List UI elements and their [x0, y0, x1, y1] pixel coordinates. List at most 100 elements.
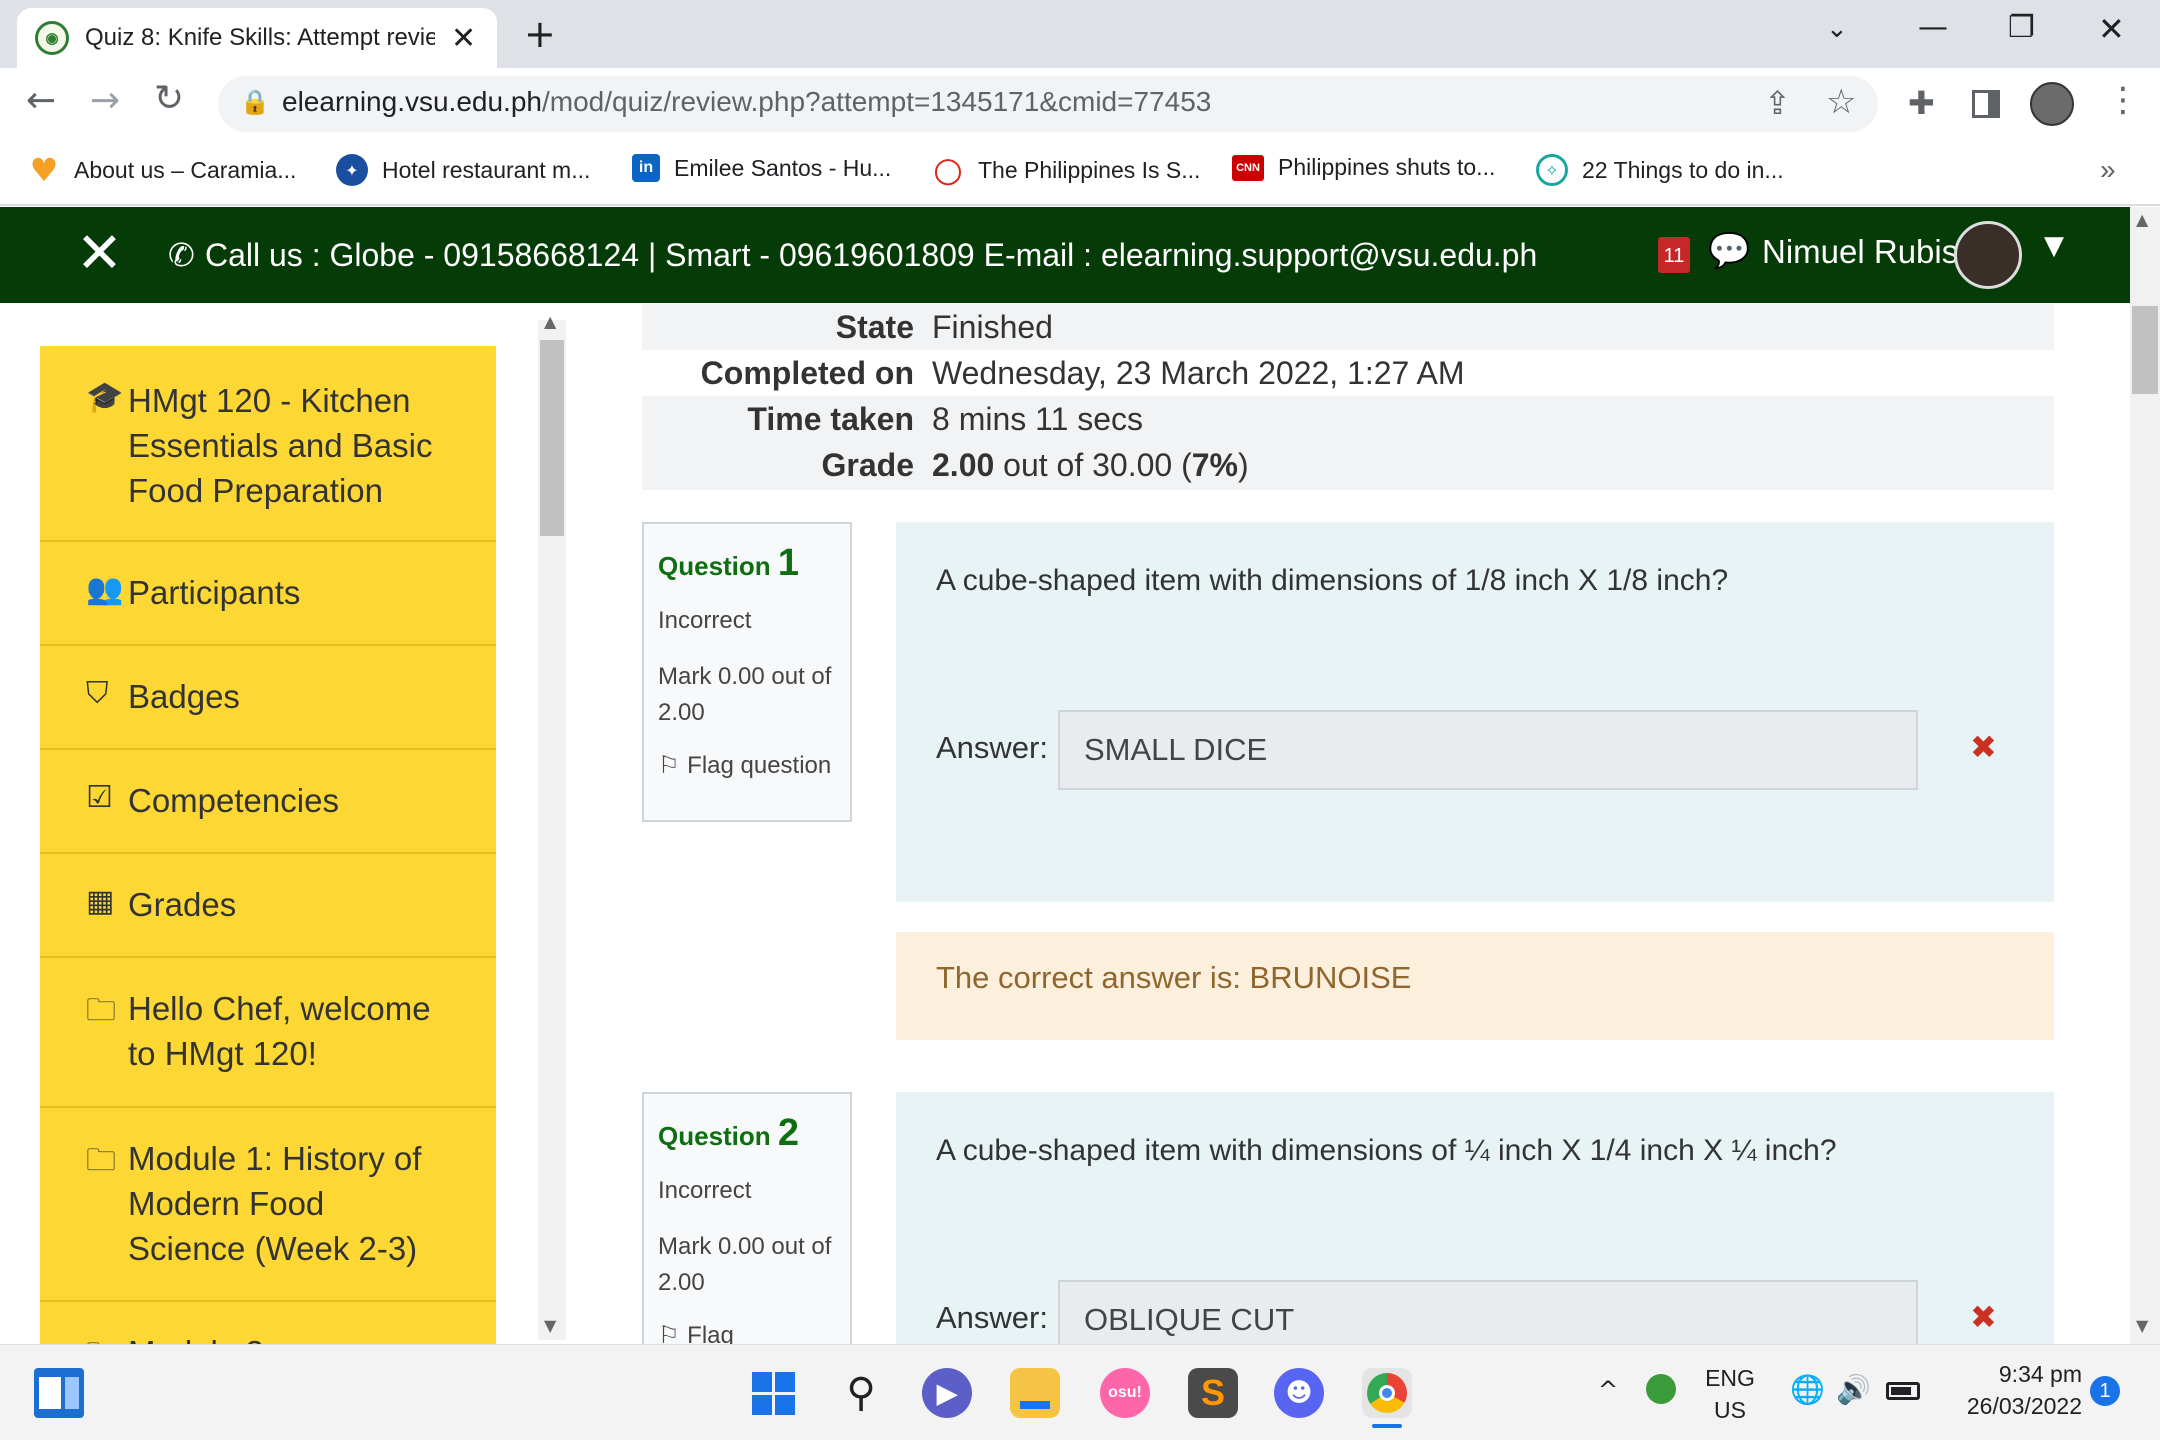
sidebar-item-label: Module 1: History of Modern Food Science…: [128, 1140, 422, 1267]
summary-row-state: State Finished: [642, 304, 2054, 350]
question-text: A cube-shaped item with dimensions of ¼ …: [936, 1134, 1837, 1167]
tab-search-chevron-icon[interactable]: ⌄: [1826, 14, 1848, 44]
tray-app-icon[interactable]: [1646, 1374, 1676, 1404]
calendar-badge[interactable]: 11: [1658, 237, 1690, 273]
volume-icon[interactable]: 🔊: [1836, 1374, 1871, 1406]
share-icon[interactable]: ⇪: [1764, 84, 1791, 122]
question-text: A cube-shaped item with dimensions of 1/…: [936, 564, 1729, 597]
contact-text: Call us : Globe - 09158668124 | Smart - …: [204, 237, 1538, 273]
minimize-icon[interactable]: —: [1918, 10, 1948, 45]
bookmark-item[interactable]: ○ The Philippines Is S...: [932, 150, 1200, 190]
quiz-review-main: State Finished Completed on Wednesday, 23 …: [570, 304, 2130, 1344]
close-tab-icon[interactable]: ✕: [451, 21, 476, 56]
course-nav-sidebar: 🎓 HMgt 120 - Kitchen Essentials and Basic…: [40, 346, 496, 1346]
contact-line: ✆ Call us : Globe - 09158668124 | Smart …: [168, 236, 1537, 274]
sidebar-item-label: Participants: [128, 574, 301, 611]
back-icon[interactable]: ←: [26, 80, 56, 121]
answer-field[interactable]: SMALL DICE: [1058, 710, 1918, 790]
bookmark-star-icon[interactable]: ☆: [1826, 82, 1856, 122]
summary-value: Finished: [932, 308, 1053, 345]
user-avatar[interactable]: [1954, 221, 2022, 289]
widgets-icon[interactable]: [34, 1368, 84, 1418]
scroll-down-arrow-icon[interactable]: ▼: [544, 1316, 556, 1335]
language-indicator[interactable]: ENG US: [1700, 1362, 1760, 1426]
sidebar-item-grades[interactable]: ▦ Grades: [40, 854, 496, 958]
bookmark-item[interactable]: in Emilee Santos - Hu...: [632, 154, 891, 182]
battery-icon[interactable]: [1886, 1382, 1920, 1400]
cnn-icon: CNN: [1232, 154, 1264, 181]
question-number: Question 1: [658, 542, 836, 585]
question-mark: Mark 0.00 out of 2.00: [658, 663, 832, 726]
show-hidden-icons-icon[interactable]: ^: [1598, 1374, 1618, 1406]
tab-title: Quiz 8: Knife Skills: Attempt revie: [85, 24, 435, 51]
sidebar-item-course[interactable]: 🎓 HMgt 120 - Kitchen Essentials and Basic…: [40, 346, 496, 542]
flag-label: Flag question: [687, 752, 832, 779]
scroll-up-arrow-icon[interactable]: ▲: [544, 312, 556, 331]
flag-question-link[interactable]: ⚐ Flag: [658, 1317, 836, 1344]
question-number-value: 2: [777, 1112, 800, 1154]
sidebar-item-module-2[interactable]: 🗀Module 2: [40, 1302, 496, 1346]
bookmark-item[interactable]: ✦ Hotel restaurant m...: [336, 154, 590, 186]
clock[interactable]: 9:34 pm 26/03/2022: [1942, 1358, 2082, 1422]
bookmark-item[interactable]: ✧ 22 Things to do in...: [1536, 154, 1784, 186]
phone-icon: ✆: [168, 236, 205, 274]
sidebar-item-module-1[interactable]: 🗀 Module 1: History of Modern Food Scienc…: [40, 1108, 496, 1302]
sidebar-item-badges[interactable]: ⛉ Badges: [40, 646, 496, 750]
side-panel-icon[interactable]: [1972, 90, 2000, 118]
question-number-value: 1: [777, 542, 800, 584]
sidebar-item-competencies[interactable]: ☑ Competencies: [40, 750, 496, 854]
question-number: Question 2: [658, 1112, 836, 1155]
question-status: Incorrect: [658, 607, 752, 634]
users-icon: 👥: [86, 572, 124, 607]
network-icon[interactable]: 🌐: [1790, 1374, 1825, 1406]
url-text[interactable]: elearning.vsu.edu.ph/mod/quiz/review.php…: [282, 86, 1211, 118]
osu-icon[interactable]: osu!: [1100, 1368, 1150, 1418]
close-window-icon[interactable]: ✕: [2098, 10, 2125, 48]
reload-icon[interactable]: ↻: [154, 78, 184, 119]
notification-badge[interactable]: 1: [2090, 1376, 2120, 1406]
answer-field[interactable]: OBLIQUE CUT: [1058, 1280, 1918, 1344]
page-scroll-up-icon[interactable]: ▲: [2136, 210, 2148, 229]
sidebar-item-participants[interactable]: 👥 Participants: [40, 542, 496, 646]
lock-icon[interactable]: 🔒: [240, 88, 270, 116]
flag-label: Flag: [687, 1322, 734, 1344]
page-scrollbar-thumb[interactable]: [2132, 306, 2158, 394]
close-drawer-icon[interactable]: ✕: [76, 221, 123, 286]
new-tab-icon[interactable]: +: [524, 12, 556, 56]
bookmark-item[interactable]: ♥ About us – Caramia...: [28, 151, 297, 189]
page-scroll-down-icon[interactable]: ▼: [2136, 1316, 2148, 1335]
grade-mid: out of 30.00 (: [994, 446, 1192, 483]
summary-key: Completed on: [700, 354, 914, 391]
user-menu-caret-icon[interactable]: ▼: [2044, 231, 2064, 261]
forward-icon[interactable]: →: [90, 80, 120, 121]
bookmark-label: 22 Things to do in...: [1582, 156, 1784, 183]
start-icon[interactable]: [748, 1368, 798, 1418]
browser-tab[interactable]: ◉ Quiz 8: Knife Skills: Attempt revie ✕: [17, 8, 497, 68]
flag-question-link[interactable]: ⚐ Flag question: [658, 747, 836, 784]
question-mark: Mark 0.00 out of 2.00: [658, 1233, 832, 1296]
menu-dots-icon[interactable]: ⋮: [2106, 80, 2140, 120]
file-explorer-icon[interactable]: [1010, 1368, 1060, 1418]
sublime-icon[interactable]: S: [1188, 1368, 1238, 1418]
sidebar-scrollbar-thumb[interactable]: [540, 340, 564, 536]
bookmarks-overflow[interactable]: »: [2100, 154, 2116, 186]
bookmark-item[interactable]: CNN Philippines shuts to...: [1232, 154, 1495, 181]
chrome-icon[interactable]: [1362, 1368, 1412, 1418]
teams-icon[interactable]: ▶: [922, 1368, 972, 1418]
correct-answer-feedback: The correct answer is: BRUNOISE: [896, 932, 2054, 1040]
discord-icon[interactable]: ☻: [1274, 1368, 1324, 1418]
profile-avatar[interactable]: [2030, 82, 2074, 126]
vsu-favicon-icon: ◉: [35, 21, 69, 55]
extensions-icon[interactable]: ✚: [1908, 84, 1935, 122]
summary-value: 2.00 out of 30.00 (7%): [932, 447, 1249, 484]
sidebar-item-welcome[interactable]: 🗀 Hello Chef, welcome to HMgt 120!: [40, 958, 496, 1108]
question-word: Question: [658, 1121, 778, 1151]
url-path: /mod/quiz/review.php?attempt=1345171&cmi…: [541, 86, 1212, 117]
summary-value: 8 mins 11 secs: [932, 400, 1144, 437]
user-name[interactable]: Nimuel Rubis: [1762, 233, 1958, 271]
restore-icon[interactable]: ❐: [2008, 10, 2035, 45]
bookmark-label: Emilee Santos - Hu...: [674, 154, 892, 181]
search-icon[interactable]: ⚲: [836, 1368, 886, 1418]
messages-icon[interactable]: 💬: [1708, 231, 1750, 271]
summary-key: State: [835, 308, 914, 345]
